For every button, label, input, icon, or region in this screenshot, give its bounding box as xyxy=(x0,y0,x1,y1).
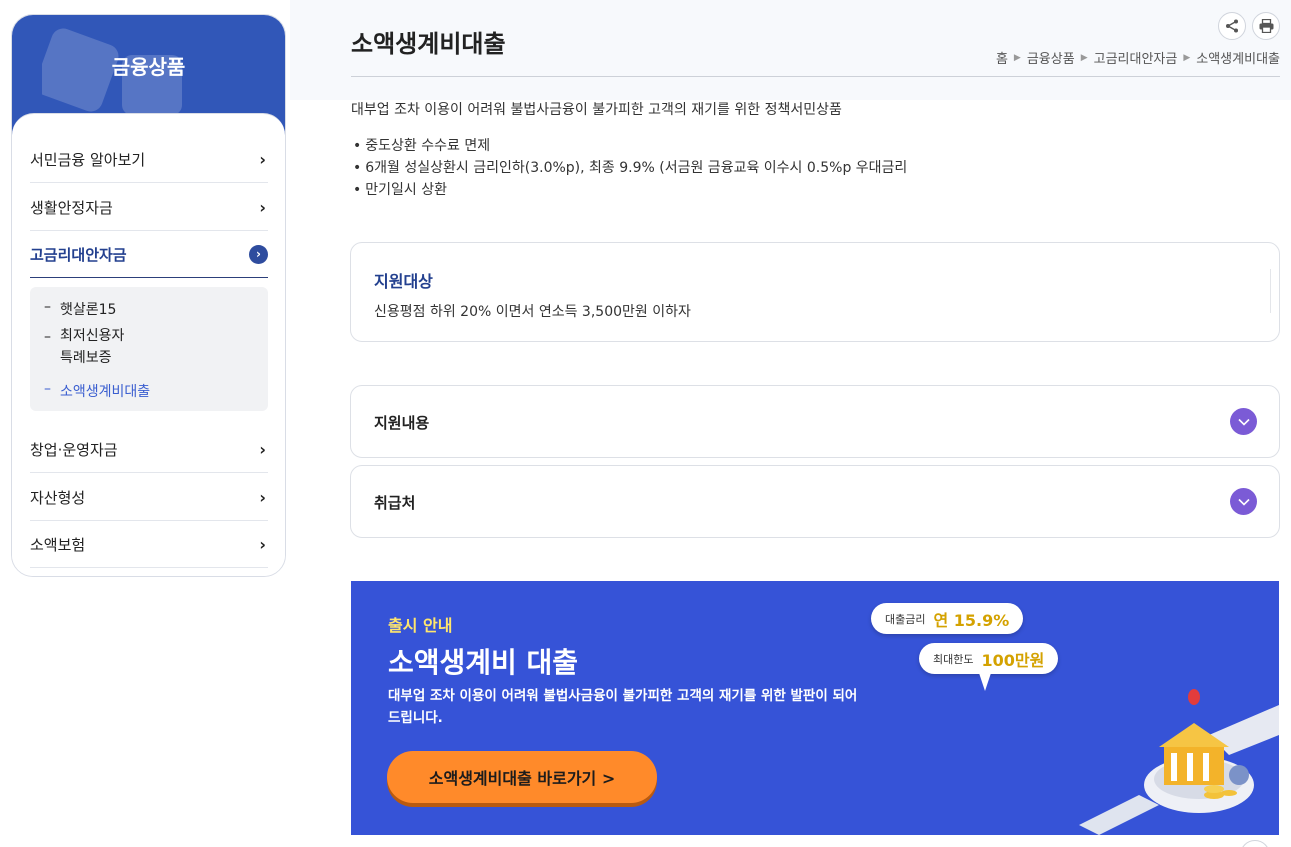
dash-icon: – xyxy=(44,329,51,345)
sidebar-item-label: 생활안정자금 xyxy=(30,198,113,217)
submenu-item-label: 햇살론15 xyxy=(60,302,117,318)
card-scrollbar xyxy=(1270,269,1271,313)
limit-bubble: 최대한도 100만원 xyxy=(919,643,1059,674)
limit-label: 최대한도 xyxy=(933,652,974,666)
submenu: – 햇살론15 – 최저신용자 특례보증 – 소액생계비대출 xyxy=(30,287,268,411)
breadcrumb-item[interactable]: 고금리대안자금 xyxy=(1094,48,1178,67)
accordion-toggle-button[interactable] xyxy=(1230,488,1257,515)
bank-illustration-icon xyxy=(1079,689,1279,835)
chevron-right-icon: › xyxy=(249,244,268,264)
sidebar-item-label: 소액보험 xyxy=(30,535,86,554)
rate-bubble: 대출금리 연 15.9% xyxy=(871,603,1024,634)
feature-item: 중도상환 수수료 면제 xyxy=(353,135,907,157)
banner-description: 대부업 조차 이용이 어려워 불법사금융이 불가피한 고객의 재기를 위한 발판… xyxy=(388,688,858,726)
breadcrumb: 홈 ▶ 금융상품 ▶ 고금리대안자금 ▶ 소액생계비대출 xyxy=(996,48,1280,67)
eligibility-card: 지원대상 신용평점 하위 20% 이면서 연소득 3,500만원 이하자 xyxy=(350,242,1280,342)
sidebar-item-living-fund[interactable]: 생활안정자금 › xyxy=(30,184,268,231)
go-to-loan-button[interactable]: 소액생계비대출 바로가기 > xyxy=(387,751,657,803)
breadcrumb-separator-icon: ▶ xyxy=(1183,52,1191,63)
product-intro: 대부업 조차 이용이 어려워 불법사금융이 불가피한 고객의 재기를 위한 정책… xyxy=(351,102,842,118)
sidebar-item-high-interest-alternative[interactable]: 고금리대안자금 › xyxy=(30,231,268,278)
feature-item: 만기일시 상환 xyxy=(353,179,907,201)
submenu-item-label-line2: 특례보증 xyxy=(60,350,112,366)
sidebar-title: 금융상품 xyxy=(111,55,186,79)
scroll-top-button[interactable] xyxy=(1240,840,1270,847)
accordion-support-details[interactable]: 지원내용 xyxy=(350,385,1280,458)
share-button[interactable] xyxy=(1218,12,1246,40)
accordion-toggle-button[interactable] xyxy=(1230,408,1257,435)
limit-value: 100만원 xyxy=(981,650,1045,670)
chevron-right-icon: › xyxy=(259,439,266,459)
chevron-down-icon xyxy=(1237,498,1250,506)
sidebar-item-startup-fund[interactable]: 창업·운영자금 › xyxy=(30,426,268,473)
chevron-right-icon: › xyxy=(259,197,266,217)
banner-title: 소액생계비 대출 xyxy=(388,646,579,679)
sidebar-item-financial-info[interactable]: 서민금융 알아보기 › xyxy=(30,136,268,183)
breadcrumb-item[interactable]: 금융상품 xyxy=(1027,48,1075,67)
submenu-item-label: 최저신용자 xyxy=(60,328,125,344)
sidebar-item-label: 창업·운영자금 xyxy=(30,440,118,459)
launch-banner: 출시 안내 소액생계비 대출 대부업 조차 이용이 어려워 불법사금융이 불가피… xyxy=(351,581,1279,835)
feature-list: 중도상환 수수료 면제 6개월 성실상환시 금리인하(3.0%p), 최종 9.… xyxy=(353,135,907,201)
breadcrumb-home[interactable]: 홈 xyxy=(996,48,1008,67)
breadcrumb-current[interactable]: 소액생계비대출 xyxy=(1196,48,1280,67)
chevron-right-icon: › xyxy=(259,149,266,169)
rate-value: 연 15.9% xyxy=(933,610,1010,630)
sidebar-menu: 서민금융 알아보기 › 생활안정자금 › 고금리대안자금 › – 햇살론15 –… xyxy=(12,113,285,576)
sidebar-item-label: 서민금융 알아보기 xyxy=(30,150,146,169)
chevron-right-icon: › xyxy=(259,487,266,507)
sidebar: 금융상품 서민금융 알아보기 › 생활안정자금 › 고금리대안자금 › – 햇살… xyxy=(11,14,286,577)
sidebar-item-label: 고금리대안자금 xyxy=(30,245,127,264)
sidebar-item-asset-formation[interactable]: 자산형성 › xyxy=(30,474,268,521)
dash-icon: – xyxy=(44,299,51,315)
page-tools xyxy=(1218,12,1280,40)
chevron-down-icon xyxy=(1237,418,1250,426)
share-icon xyxy=(1226,19,1238,33)
feature-item: 6개월 성실상환시 금리인하(3.0%p), 최종 9.9% (서금원 금융교육… xyxy=(353,157,907,179)
accordion-handlers[interactable]: 취급처 xyxy=(350,465,1280,538)
eligibility-text: 신용평점 하위 20% 이면서 연소득 3,500만원 이하자 xyxy=(374,304,691,320)
banner-label: 출시 안내 xyxy=(388,616,453,635)
print-icon xyxy=(1259,19,1273,33)
submenu-item-label: 소액생계비대출 xyxy=(60,384,151,400)
accordion-label: 지원내용 xyxy=(374,414,430,432)
submenu-item-lowest-credit[interactable]: – 최저신용자 특례보증 xyxy=(44,328,124,369)
bubble-tail xyxy=(979,673,991,691)
title-divider xyxy=(351,76,1280,77)
submenu-item-small-living-loan[interactable]: – 소액생계비대출 xyxy=(44,381,150,401)
breadcrumb-separator-icon: ▶ xyxy=(1080,52,1088,63)
chevron-right-icon: › xyxy=(259,534,266,554)
eligibility-heading: 지원대상 xyxy=(374,272,433,291)
breadcrumb-separator-icon: ▶ xyxy=(1013,52,1021,63)
print-button[interactable] xyxy=(1252,12,1280,40)
page-title: 소액생계비대출 xyxy=(351,30,506,58)
dash-icon: – xyxy=(44,381,51,397)
accordion-label: 취급처 xyxy=(374,494,416,512)
sidebar-item-label: 자산형성 xyxy=(30,488,86,507)
sidebar-item-micro-insurance[interactable]: 소액보험 › xyxy=(30,521,268,568)
submenu-item-sunshine-loan[interactable]: – 햇살론15 xyxy=(44,299,116,319)
rate-label: 대출금리 xyxy=(885,612,926,626)
